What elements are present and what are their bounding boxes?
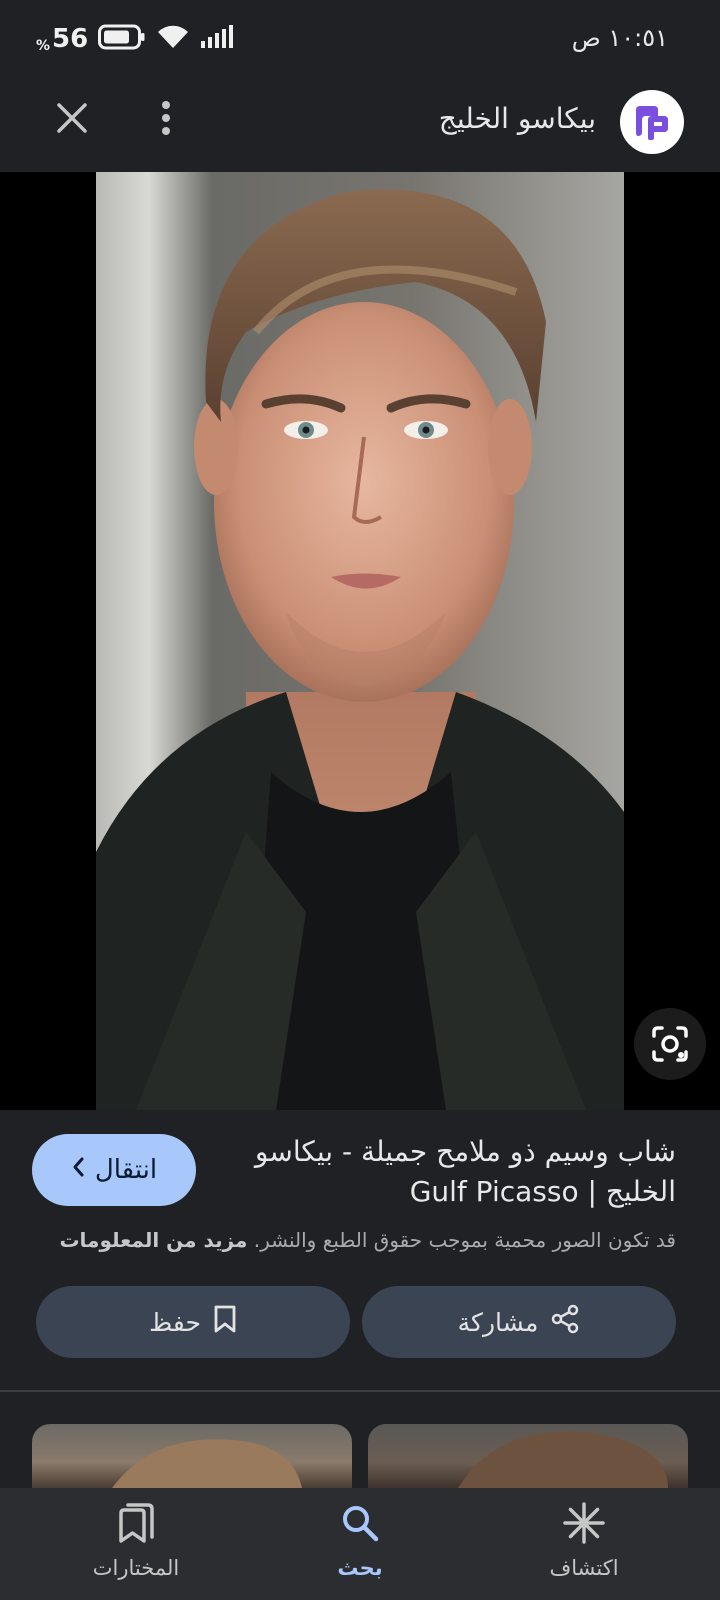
portrait-photo [96, 172, 624, 1110]
search-icon [340, 1496, 380, 1550]
visit-button[interactable]: انتقال [32, 1134, 196, 1206]
copyright-text: قد تكون الصور محمية بموجب حقوق الطبع وال… [253, 1228, 676, 1252]
visit-label: انتقال [94, 1155, 158, 1185]
close-icon [57, 103, 87, 133]
related-image-thumbnail[interactable] [32, 1424, 352, 1488]
asterisk-icon [562, 1496, 606, 1550]
learn-more-link[interactable]: مزيد من المعلومات [59, 1228, 247, 1252]
save-button[interactable]: حفظ [36, 1286, 350, 1358]
gulf-picasso-logo-icon [636, 106, 668, 140]
lens-search-button[interactable] [634, 1008, 706, 1080]
main-image[interactable] [96, 172, 624, 1110]
share-label: مشاركة [457, 1307, 539, 1337]
more-vert-icon [162, 101, 170, 135]
status-time: ١٠:٥١ ص [571, 24, 668, 52]
save-label: حفظ [149, 1307, 201, 1337]
share-button[interactable]: مشاركة [362, 1286, 676, 1358]
image-viewer-header: بيكاسو الخليج [0, 80, 720, 172]
site-name[interactable]: بيكاسو الخليج [439, 102, 596, 135]
nav-label: المختارات [92, 1556, 180, 1580]
image-title[interactable]: شاب وسيم ذو ملامح جميلة - بيكاسو الخليج … [236, 1132, 676, 1212]
status-bar: ١٠:٥١ ص % 56 [0, 0, 720, 80]
share-icon [550, 1304, 580, 1340]
signal-icon [200, 25, 234, 53]
chevron-left-icon [71, 1155, 85, 1185]
nav-search[interactable]: بحث [280, 1496, 440, 1596]
battery-percent-value: 56 [52, 24, 89, 54]
lens-search-icon [652, 1026, 688, 1062]
battery-percent-sign: % [36, 38, 51, 54]
nav-discover[interactable]: اكتشاف [504, 1496, 664, 1596]
bottom-navigation: اكتشاف بحث المختارات [0, 1488, 720, 1600]
collections-icon [116, 1496, 156, 1550]
nav-collections[interactable]: المختارات [56, 1496, 216, 1596]
battery-icon [98, 24, 146, 54]
site-logo[interactable] [620, 90, 684, 154]
nav-label: اكتشاف [549, 1556, 619, 1580]
battery-percent: % 56 [36, 24, 88, 54]
related-image-thumbnail[interactable] [368, 1424, 688, 1488]
image-viewer [0, 172, 720, 1110]
nav-label: بحث [337, 1556, 383, 1580]
image-info-panel: انتقال شاب وسيم ذو ملامح جميلة - بيكاسو … [0, 1110, 720, 1390]
more-options-button[interactable] [146, 94, 186, 142]
status-indicators: % 56 [36, 22, 234, 56]
copyright-notice: قد تكون الصور محمية بموجب حقوق الطبع وال… [36, 1228, 676, 1252]
close-button[interactable] [48, 94, 96, 142]
related-images [0, 1392, 720, 1488]
wifi-icon [156, 24, 190, 54]
bookmark-icon [213, 1304, 237, 1340]
